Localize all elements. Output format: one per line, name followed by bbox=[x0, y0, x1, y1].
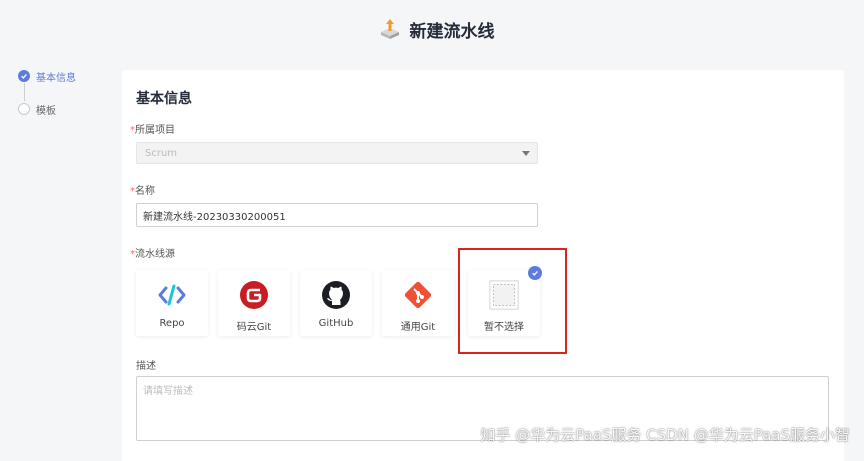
selection-highlight bbox=[458, 248, 567, 354]
source-option-gitee[interactable]: 码云Git bbox=[218, 270, 290, 336]
step-navigator: 基本信息 模板 bbox=[18, 68, 108, 117]
repo-icon bbox=[157, 280, 187, 310]
step-template[interactable]: 模板 bbox=[18, 101, 108, 117]
source-option-github[interactable]: GitHub bbox=[300, 270, 372, 336]
source-option-label: 码云Git bbox=[236, 322, 272, 333]
github-icon bbox=[321, 280, 351, 310]
name-input-value: 新建流水线-20230330200051 bbox=[143, 211, 286, 223]
project-select[interactable]: Scrum bbox=[136, 142, 538, 164]
project-select-value: Scrum bbox=[145, 147, 178, 159]
name-label-text: 名称 bbox=[135, 186, 155, 197]
source-option-label: 通用Git bbox=[400, 322, 436, 333]
description-label: 描述 bbox=[136, 361, 156, 372]
step-label: 模板 bbox=[36, 105, 56, 117]
check-icon bbox=[18, 70, 30, 82]
name-input[interactable]: 新建流水线-20230330200051 bbox=[136, 203, 538, 227]
page-header: 新建流水线 bbox=[0, 0, 864, 58]
source-label: *流水线源 bbox=[130, 245, 175, 260]
pipeline-box-icon bbox=[380, 19, 399, 39]
form-card: 基本信息 *所属项目 Scrum *名称 新建流水线-2023033020005… bbox=[122, 70, 844, 461]
gitee-icon bbox=[239, 280, 269, 310]
chevron-down-icon bbox=[522, 151, 530, 156]
name-label: *名称 bbox=[130, 182, 155, 197]
step-connector bbox=[23, 83, 25, 101]
project-label-text: 所属项目 bbox=[135, 125, 175, 136]
project-label: *所属项目 bbox=[130, 121, 175, 136]
git-icon bbox=[403, 280, 433, 310]
page-title: 新建流水线 bbox=[409, 21, 495, 42]
source-option-label: Repo bbox=[159, 318, 185, 329]
header-inner: 新建流水线 bbox=[378, 17, 495, 42]
section-title: 基本信息 bbox=[136, 91, 192, 107]
step-circle-icon bbox=[18, 103, 30, 115]
step-basic-info[interactable]: 基本信息 bbox=[18, 68, 108, 84]
source-option-label: GitHub bbox=[318, 318, 354, 329]
watermark-text: 知乎 @华为云PaaS服务 CSDN @华为云PaaS服务小智 bbox=[480, 426, 850, 444]
description-placeholder: 请填写描述 bbox=[143, 386, 193, 397]
source-option-git[interactable]: 通用Git bbox=[382, 270, 454, 336]
step-label: 基本信息 bbox=[36, 72, 76, 84]
source-label-text: 流水线源 bbox=[135, 249, 175, 260]
source-option-repo[interactable]: Repo bbox=[136, 270, 208, 336]
